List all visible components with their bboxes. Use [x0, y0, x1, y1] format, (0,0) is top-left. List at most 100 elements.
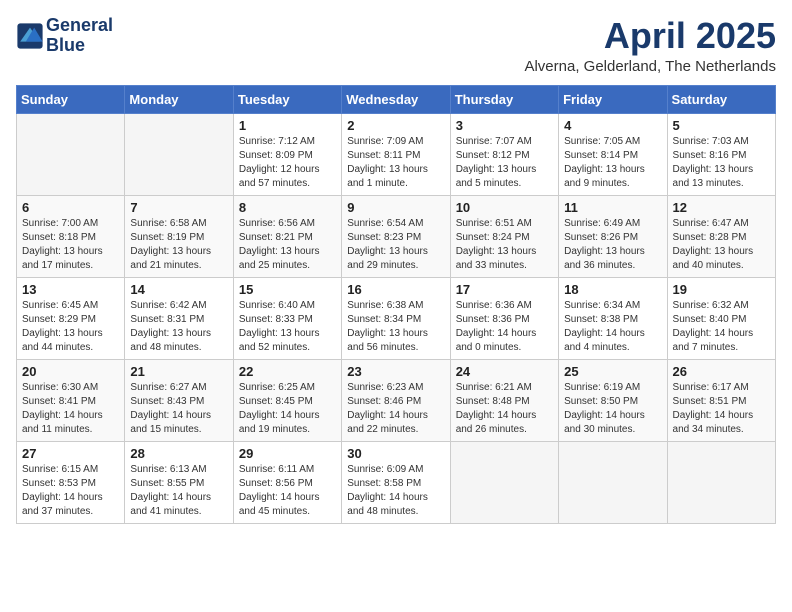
day-info: Sunrise: 6:54 AMSunset: 8:23 PMDaylight:… [347, 217, 444, 273]
day-info: Sunrise: 6:32 AMSunset: 8:40 PMDaylight:… [673, 299, 770, 355]
calendar-cell [559, 441, 667, 523]
logo-line1: General [46, 16, 113, 36]
day-number: 22 [239, 364, 336, 379]
calendar-cell: 2 Sunrise: 7:09 AMSunset: 8:11 PMDaylight… [342, 113, 450, 195]
calendar-cell: 11 Sunrise: 6:49 AMSunset: 8:26 PMDayligh… [559, 195, 667, 277]
day-number: 7 [130, 200, 227, 215]
calendar-cell: 8 Sunrise: 6:56 AMSunset: 8:21 PMDaylight… [233, 195, 341, 277]
day-number: 19 [673, 282, 770, 297]
header-friday: Friday [559, 85, 667, 113]
day-number: 4 [564, 118, 661, 133]
day-info: Sunrise: 6:36 AMSunset: 8:36 PMDaylight:… [456, 299, 553, 355]
day-info: Sunrise: 6:25 AMSunset: 8:45 PMDaylight:… [239, 381, 336, 437]
header-tuesday: Tuesday [233, 85, 341, 113]
calendar-cell: 6 Sunrise: 7:00 AMSunset: 8:18 PMDaylight… [17, 195, 125, 277]
calendar-cell: 16Sunrise: 6:38 AMSunset: 8:34 PMDayligh… [342, 277, 450, 359]
calendar-cell [667, 441, 775, 523]
calendar-cell: 9 Sunrise: 6:54 AMSunset: 8:23 PMDaylight… [342, 195, 450, 277]
calendar-cell: 21Sunrise: 6:27 AMSunset: 8:43 PMDayligh… [125, 359, 233, 441]
day-info: Sunrise: 6:30 AMSunset: 8:41 PMDaylight:… [22, 381, 119, 437]
calendar-cell: 26 Sunrise: 6:17 AMSunset: 8:51 PMDayligh… [667, 359, 775, 441]
header-saturday: Saturday [667, 85, 775, 113]
day-info: Sunrise: 6:34 AMSunset: 8:38 PMDaylight:… [564, 299, 661, 355]
calendar-week-3: 20 Sunrise: 6:30 AMSunset: 8:41 PMDayligh… [17, 359, 776, 441]
day-number: 23 [347, 364, 444, 379]
day-number: 24 [456, 364, 553, 379]
calendar-cell: 27 Sunrise: 6:15 AMSunset: 8:53 PMDayligh… [17, 441, 125, 523]
calendar-cell: 17 Sunrise: 6:36 AMSunset: 8:36 PMDayligh… [450, 277, 558, 359]
calendar-header-row: Sunday Monday Tuesday Wednesday Thursday… [17, 85, 776, 113]
day-info: Sunrise: 6:45 AMSunset: 8:29 PMDaylight:… [22, 299, 119, 355]
calendar-cell: 30 Sunrise: 6:09 AMSunset: 8:58 PMDayligh… [342, 441, 450, 523]
day-number: 5 [673, 118, 770, 133]
calendar-cell: 10 Sunrise: 6:51 AMSunset: 8:24 PMDayligh… [450, 195, 558, 277]
day-number: 3 [456, 118, 553, 133]
header-thursday: Thursday [450, 85, 558, 113]
calendar-cell: 4Sunrise: 7:05 AMSunset: 8:14 PMDaylight… [559, 113, 667, 195]
day-number: 10 [456, 200, 553, 215]
calendar-cell: 20 Sunrise: 6:30 AMSunset: 8:41 PMDayligh… [17, 359, 125, 441]
day-number: 2 [347, 118, 444, 133]
logo: General Blue [16, 16, 113, 56]
month-title: April 2025 [524, 16, 776, 56]
day-number: 16 [347, 282, 444, 297]
location-title: Alverna, Gelderland, The Netherlands [524, 58, 776, 75]
day-number: 21 [130, 364, 227, 379]
day-number: 14 [130, 282, 227, 297]
day-info: Sunrise: 6:15 AMSunset: 8:53 PMDaylight:… [22, 463, 119, 519]
day-info: Sunrise: 6:42 AMSunset: 8:31 PMDaylight:… [130, 299, 227, 355]
day-info: Sunrise: 6:58 AMSunset: 8:19 PMDaylight:… [130, 217, 227, 273]
day-number: 13 [22, 282, 119, 297]
day-number: 12 [673, 200, 770, 215]
day-number: 9 [347, 200, 444, 215]
day-info: Sunrise: 6:21 AMSunset: 8:48 PMDaylight:… [456, 381, 553, 437]
day-info: Sunrise: 6:47 AMSunset: 8:28 PMDaylight:… [673, 217, 770, 273]
day-number: 8 [239, 200, 336, 215]
calendar-cell [17, 113, 125, 195]
day-number: 27 [22, 446, 119, 461]
day-info: Sunrise: 7:09 AMSunset: 8:11 PMDaylight:… [347, 135, 444, 191]
day-info: Sunrise: 6:49 AMSunset: 8:26 PMDaylight:… [564, 217, 661, 273]
day-number: 26 [673, 364, 770, 379]
calendar-table: Sunday Monday Tuesday Wednesday Thursday… [16, 85, 776, 524]
calendar-cell: 1Sunrise: 7:12 AMSunset: 8:09 PMDaylight… [233, 113, 341, 195]
day-number: 18 [564, 282, 661, 297]
day-info: Sunrise: 6:11 AMSunset: 8:56 PMDaylight:… [239, 463, 336, 519]
day-number: 11 [564, 200, 661, 215]
title-area: April 2025 Alverna, Gelderland, The Neth… [524, 16, 776, 75]
calendar-cell: 24 Sunrise: 6:21 AMSunset: 8:48 PMDayligh… [450, 359, 558, 441]
day-number: 20 [22, 364, 119, 379]
calendar-cell: 29 Sunrise: 6:11 AMSunset: 8:56 PMDayligh… [233, 441, 341, 523]
day-info: Sunrise: 6:51 AMSunset: 8:24 PMDaylight:… [456, 217, 553, 273]
day-info: Sunrise: 6:23 AMSunset: 8:46 PMDaylight:… [347, 381, 444, 437]
day-info: Sunrise: 6:19 AMSunset: 8:50 PMDaylight:… [564, 381, 661, 437]
day-number: 15 [239, 282, 336, 297]
day-info: Sunrise: 7:00 AMSunset: 8:18 PMDaylight:… [22, 217, 119, 273]
logo-line2: Blue [46, 36, 113, 56]
day-number: 17 [456, 282, 553, 297]
day-number: 25 [564, 364, 661, 379]
day-info: Sunrise: 6:09 AMSunset: 8:58 PMDaylight:… [347, 463, 444, 519]
calendar-week-4: 27 Sunrise: 6:15 AMSunset: 8:53 PMDayligh… [17, 441, 776, 523]
day-info: Sunrise: 6:40 AMSunset: 8:33 PMDaylight:… [239, 299, 336, 355]
calendar-cell: 3Sunrise: 7:07 AMSunset: 8:12 PMDaylight… [450, 113, 558, 195]
calendar-cell: 22 Sunrise: 6:25 AMSunset: 8:45 PMDayligh… [233, 359, 341, 441]
day-info: Sunrise: 7:12 AMSunset: 8:09 PMDaylight:… [239, 135, 336, 191]
day-number: 6 [22, 200, 119, 215]
day-number: 28 [130, 446, 227, 461]
calendar-cell: 19 Sunrise: 6:32 AMSunset: 8:40 PMDayligh… [667, 277, 775, 359]
header: General Blue April 2025 Alverna, Gelderl… [16, 16, 776, 75]
calendar-cell: 13 Sunrise: 6:45 AMSunset: 8:29 PMDayligh… [17, 277, 125, 359]
header-wednesday: Wednesday [342, 85, 450, 113]
day-info: Sunrise: 6:17 AMSunset: 8:51 PMDaylight:… [673, 381, 770, 437]
calendar-week-2: 13 Sunrise: 6:45 AMSunset: 8:29 PMDayligh… [17, 277, 776, 359]
day-info: Sunrise: 7:03 AMSunset: 8:16 PMDaylight:… [673, 135, 770, 191]
calendar-cell [450, 441, 558, 523]
day-number: 30 [347, 446, 444, 461]
calendar-cell: 7 Sunrise: 6:58 AMSunset: 8:19 PMDaylight… [125, 195, 233, 277]
logo-text: General Blue [46, 16, 113, 56]
calendar-cell: 28Sunrise: 6:13 AMSunset: 8:55 PMDayligh… [125, 441, 233, 523]
header-sunday: Sunday [17, 85, 125, 113]
day-number: 29 [239, 446, 336, 461]
day-info: Sunrise: 6:56 AMSunset: 8:21 PMDaylight:… [239, 217, 336, 273]
